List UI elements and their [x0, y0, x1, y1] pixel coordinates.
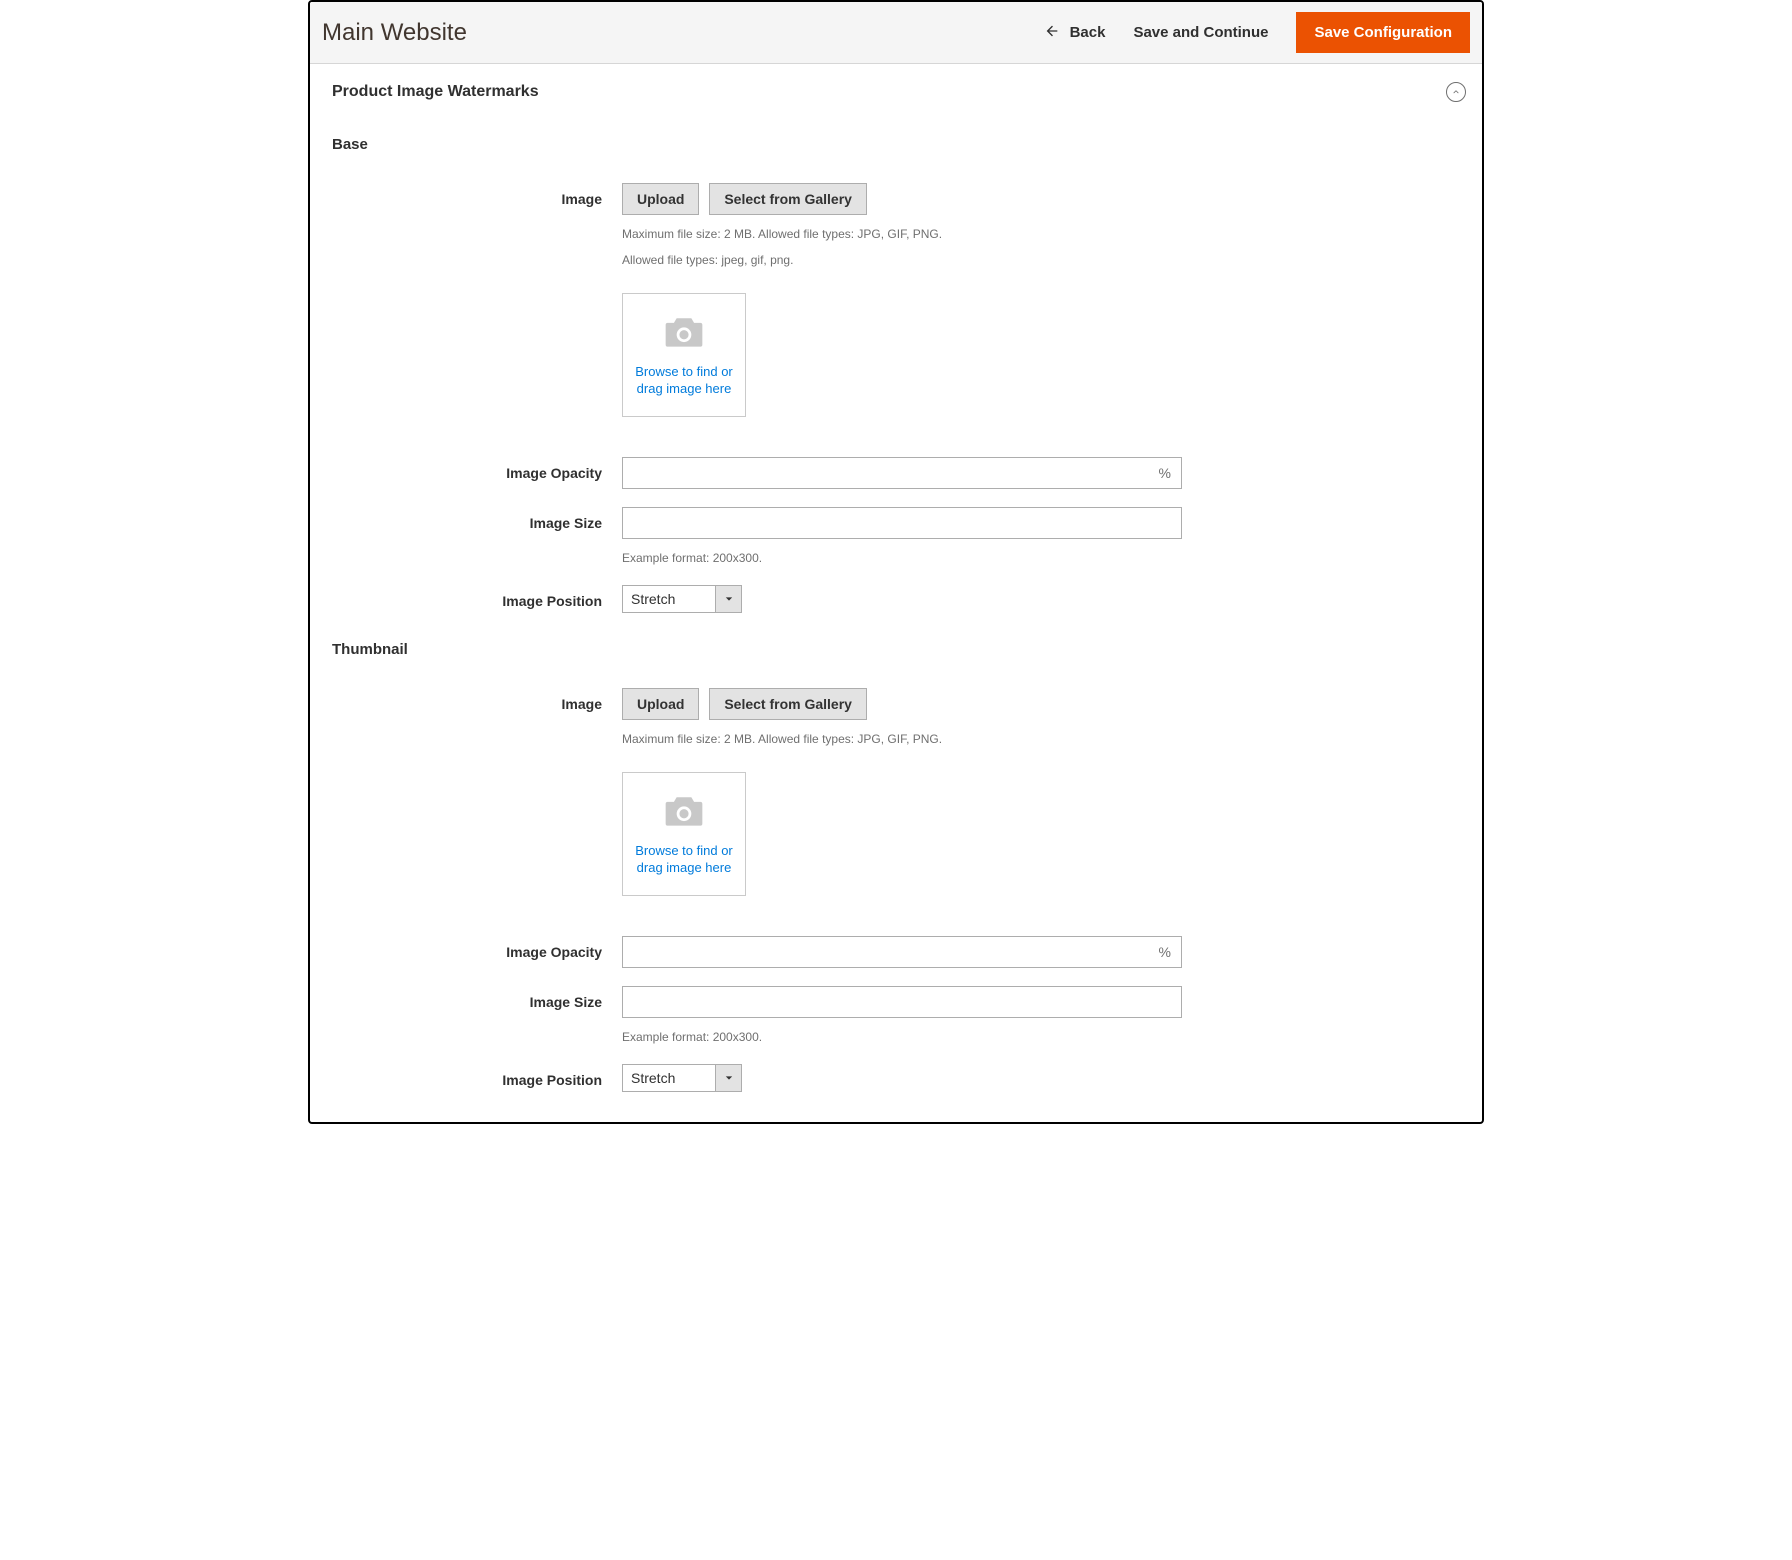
chevron-down-icon [715, 586, 741, 612]
camera-icon [662, 792, 706, 833]
chevron-up-icon [1451, 84, 1461, 100]
camera-icon [662, 313, 706, 354]
upload-button-thumbnail[interactable]: Upload [622, 688, 699, 720]
dropzone-thumbnail[interactable]: Browse to find or drag image here [622, 772, 746, 896]
position-value-base: Stretch [623, 586, 715, 612]
group-title-base: Base [332, 136, 1466, 153]
opacity-input-base[interactable] [623, 458, 1149, 488]
label-opacity-thumbnail: Image Opacity [332, 936, 622, 968]
opacity-input-wrap-thumbnail: % [622, 936, 1182, 968]
upload-button-base[interactable]: Upload [622, 183, 699, 215]
back-button[interactable]: Back [1044, 23, 1106, 43]
label-opacity-base: Image Opacity [332, 457, 622, 489]
header-actions: Back Save and Continue Save Configuratio… [1044, 12, 1470, 53]
group-title-thumbnail: Thumbnail [332, 641, 1466, 658]
back-label: Back [1070, 24, 1106, 41]
size-input-base[interactable] [622, 507, 1182, 539]
gallery-button-base[interactable]: Select from Gallery [709, 183, 867, 215]
opacity-input-wrap-base: % [622, 457, 1182, 489]
dropzone-text-base: Browse to find or drag image here [627, 364, 741, 398]
note-filetypes-base: Allowed file types: jpeg, gif, png. [622, 251, 1182, 269]
note-size-base: Example format: 200x300. [622, 549, 1182, 567]
save-continue-button[interactable]: Save and Continue [1133, 24, 1268, 41]
opacity-input-thumbnail[interactable] [623, 937, 1149, 967]
note-filesize-thumbnail: Maximum file size: 2 MB. Allowed file ty… [622, 730, 1182, 748]
label-size-thumbnail: Image Size [332, 986, 622, 1046]
label-size-base: Image Size [332, 507, 622, 567]
note-size-thumbnail: Example format: 200x300. [622, 1028, 1182, 1046]
position-select-thumbnail[interactable]: Stretch [622, 1064, 742, 1092]
arrow-left-icon [1044, 23, 1060, 43]
position-value-thumbnail: Stretch [623, 1065, 715, 1091]
page-header: Main Website Back Save and Continue Save… [310, 2, 1482, 64]
field-image-thumbnail: Upload Select from Gallery Maximum file … [622, 688, 1182, 896]
position-select-base[interactable]: Stretch [622, 585, 742, 613]
label-image-base: Image [332, 183, 622, 417]
save-configuration-button[interactable]: Save Configuration [1296, 12, 1470, 53]
label-image-thumbnail: Image [332, 688, 622, 896]
page-title: Main Website [322, 19, 467, 47]
content: Product Image Watermarks Base Image Uplo… [310, 64, 1482, 1122]
size-input-thumbnail[interactable] [622, 986, 1182, 1018]
field-image-base: Upload Select from Gallery Maximum file … [622, 183, 1182, 417]
note-filesize-base: Maximum file size: 2 MB. Allowed file ty… [622, 225, 1182, 243]
dropzone-base[interactable]: Browse to find or drag image here [622, 293, 746, 417]
dropzone-text-thumbnail: Browse to find or drag image here [627, 843, 741, 877]
gallery-button-thumbnail[interactable]: Select from Gallery [709, 688, 867, 720]
opacity-unit-thumbnail: % [1149, 937, 1181, 967]
section-title: Product Image Watermarks [332, 83, 539, 101]
opacity-unit-base: % [1149, 458, 1181, 488]
chevron-down-icon [715, 1065, 741, 1091]
label-position-thumbnail: Image Position [332, 1064, 622, 1092]
label-position-base: Image Position [332, 585, 622, 613]
collapse-toggle[interactable] [1446, 82, 1466, 102]
section-header: Product Image Watermarks [332, 82, 1466, 102]
